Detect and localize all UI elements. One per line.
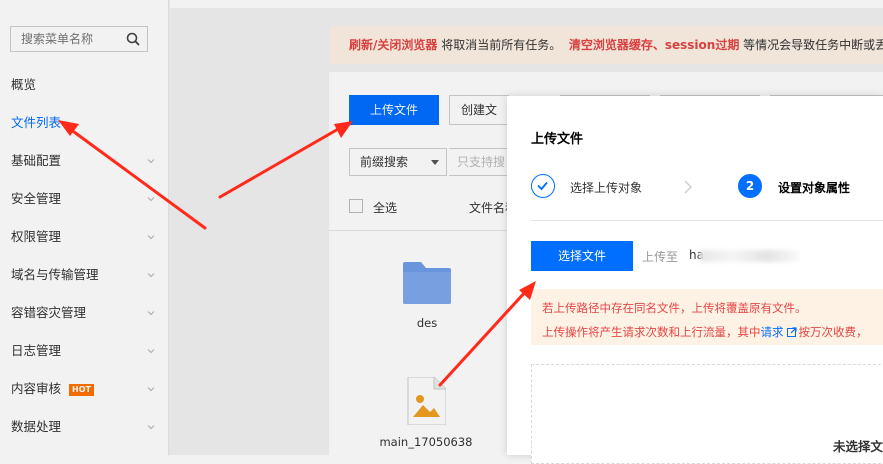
warning-line-2-prefix: 上传操作将产生请求次数和上行流量，其中 — [542, 325, 761, 339]
upload-warning: 若上传路径中存在同名文件，上传将覆盖原有文件。 上传操作将产生请求次数和上行流量… — [531, 289, 883, 345]
step-2-current: 2 — [738, 174, 762, 198]
chevron-right-icon — [684, 180, 692, 194]
step-1-label: 选择上传对象 — [570, 181, 643, 195]
warning-line-2-suffix: 按万次收费， — [798, 325, 868, 339]
no-file-selected-text: 未选择文 — [833, 439, 883, 454]
redacted-path — [700, 250, 800, 262]
upload-to-label: 上传至 — [642, 250, 679, 264]
warning-line-2: 上传操作将产生请求次数和上行流量，其中请求 按万次收费， — [542, 320, 883, 344]
checkmark-icon — [537, 181, 548, 191]
step-1-complete — [531, 174, 555, 198]
warning-line-1: 若上传路径中存在同名文件，上传将覆盖原有文件。 — [542, 301, 807, 315]
external-link-icon[interactable] — [786, 327, 797, 337]
choose-file-button[interactable]: 选择文件 — [531, 241, 633, 271]
dialog-divider — [531, 220, 883, 221]
step-2-label: 设置对象属性 — [778, 181, 851, 195]
file-drop-zone[interactable] — [531, 364, 883, 464]
request-pricing-link[interactable]: 请求 — [761, 325, 784, 339]
dialog-title: 上传文件 — [531, 132, 584, 147]
